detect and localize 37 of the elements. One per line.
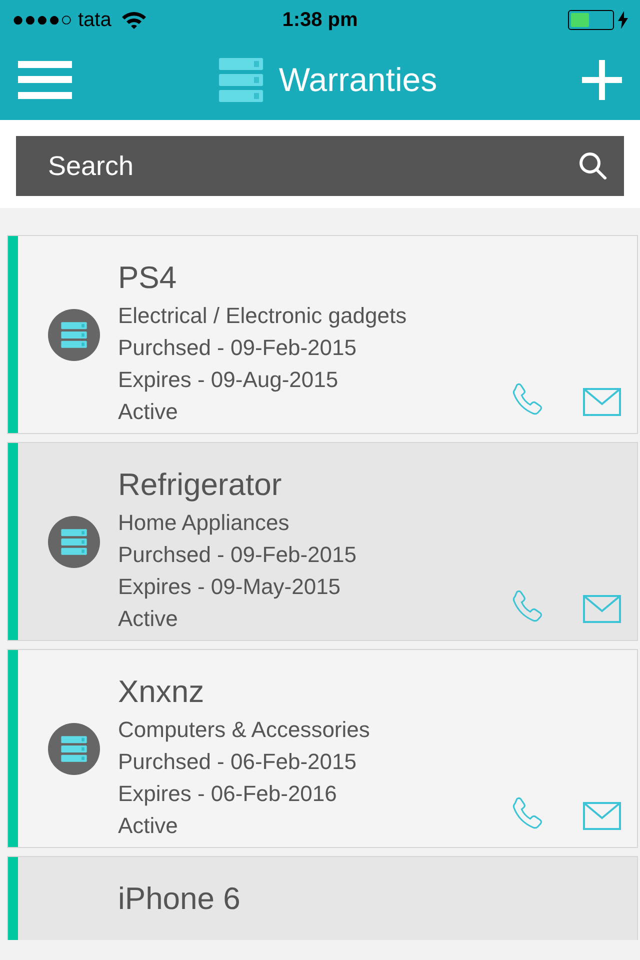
item-category: Computers & Accessories (118, 716, 370, 744)
warranty-status: Active (118, 398, 179, 426)
expiry-date: Expires - 09-May-2015 (118, 573, 342, 601)
warranty-card[interactable]: iPhone 6 (7, 856, 638, 940)
warranty-card[interactable]: Xnxnz Computers & Accessories Purchsed - 06-Feb-2015 Expires - 06-Feb-2016 Active (7, 649, 638, 848)
warranty-status: Active (118, 812, 179, 840)
item-category: Electrical / Electronic gadgets (118, 302, 407, 330)
server-icon (60, 528, 88, 556)
item-name: Xnxnz (118, 673, 206, 711)
purchase-date: Purchsed - 06-Feb-2015 (118, 748, 358, 776)
server-icon (216, 56, 265, 104)
purchase-date: Purchsed - 09-Feb-2015 (118, 334, 358, 362)
item-name: Refrigerator (118, 466, 283, 504)
add-icon[interactable] (582, 60, 622, 100)
mail-icon[interactable] (583, 595, 621, 623)
page-title: Warranties (278, 60, 438, 100)
mail-icon[interactable] (583, 802, 621, 830)
search-field[interactable]: Search (16, 136, 624, 196)
purchase-date: Purchsed - 09-Feb-2015 (118, 541, 356, 569)
expiry-date: Expires - 09-Aug-2015 (118, 366, 340, 394)
item-name: PS4 (118, 259, 178, 297)
expiry-date: Expires - 06-Feb-2016 (118, 780, 338, 808)
clock-time: 1:38 pm (282, 8, 358, 33)
server-icon (60, 734, 88, 762)
wifi-icon (121, 10, 148, 30)
menu-icon[interactable] (18, 61, 72, 99)
warranty-card[interactable]: Refrigerator Home Appliances Purchsed - 09-Feb-2015 Expires - 09-May-2015 Active (7, 442, 638, 641)
item-category: Home Appliances (118, 509, 290, 537)
warranty-status: Active (118, 605, 179, 633)
carrier-label: ●●●●○ tata (12, 8, 112, 33)
battery-icon (568, 10, 614, 30)
lightning-icon (618, 11, 628, 29)
item-name: iPhone 6 (118, 880, 240, 918)
server-icon (60, 320, 88, 348)
search-icon (578, 151, 608, 181)
warranty-card[interactable]: PS4 Electrical / Electronic gadgets Purchsed - 09-Feb-2015 Expires - 09-Aug-2015 Active (7, 235, 638, 434)
mail-icon[interactable] (583, 388, 621, 416)
